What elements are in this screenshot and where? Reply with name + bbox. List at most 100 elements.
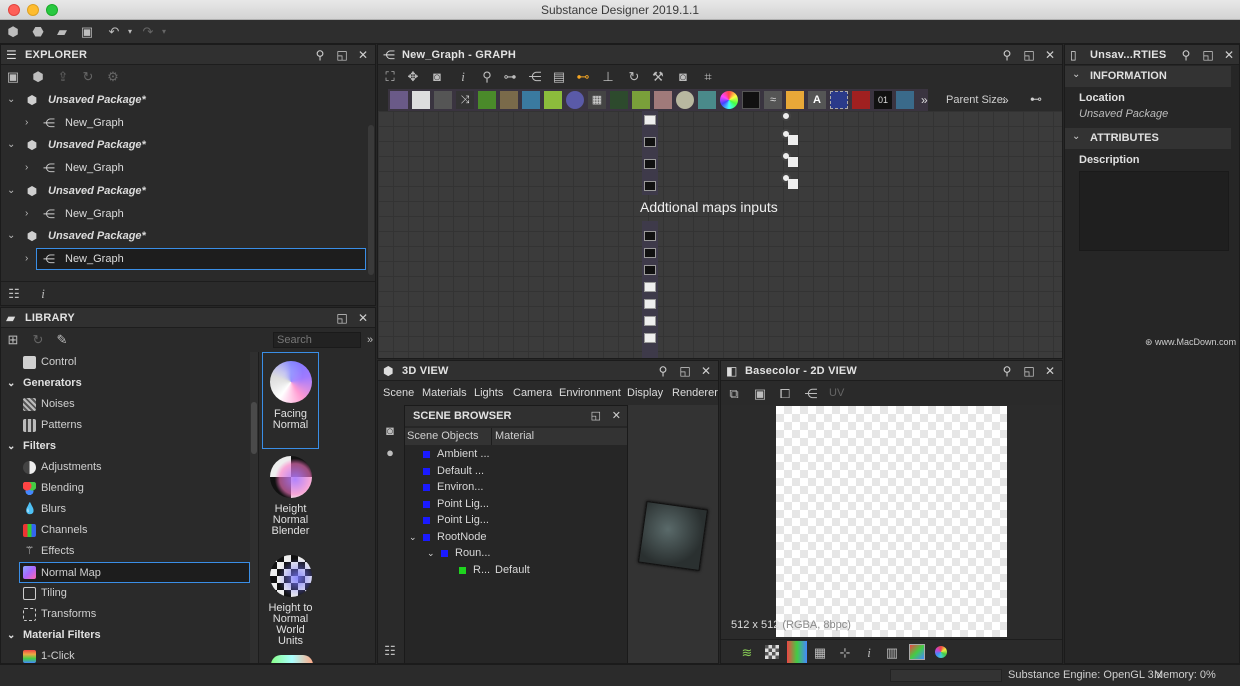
histogram-node-icon[interactable] [698,91,716,109]
thumbnail-height-normal-blender[interactable]: Height Normal Blender [262,456,319,537]
explorer-scrollbar[interactable] [368,125,374,275]
expand-chevron-icon[interactable]: » [362,332,375,348]
crop-icon[interactable]: ⌗ [700,69,716,85]
input-node[interactable] [644,299,656,309]
library-category-noises[interactable]: Noises [1,394,250,415]
explorer-package-row[interactable]: ⌄ ⬢ Unsaved Package* [1,89,367,111]
distance-node-icon[interactable] [852,91,870,109]
expand-chevron-icon[interactable]: › [25,157,28,179]
menu-scene[interactable]: Scene [383,383,414,403]
light-bulb-icon[interactable]: ● [382,445,398,461]
collapse-chevron-icon[interactable]: ⌄ [7,373,15,394]
search-icon[interactable]: ⚲ [479,69,495,85]
explorer-package-row[interactable]: ⌄ ⬢ Unsaved Package* [1,225,367,247]
menu-lights[interactable]: Lights [474,383,503,403]
save-all-icon[interactable]: ▣ [79,24,95,40]
library-category-control[interactable]: Control [1,352,250,373]
curve-node-icon[interactable] [478,91,496,109]
float-panel-icon[interactable]: ◱ [678,364,692,378]
collapse-chevron-icon[interactable]: ⌄ [7,134,15,156]
histogram-icon[interactable]: ▥ [884,645,900,661]
fx-map-node-icon[interactable] [786,91,804,109]
explorer-package-row[interactable]: ⌄ ⬢ Unsaved Package* [1,134,367,156]
redo-history-chevron-icon[interactable]: ▾ [156,24,172,40]
info-icon[interactable]: i [861,645,877,661]
safe-transform-node-icon[interactable] [830,91,848,109]
uv-toggle[interactable]: UV [829,387,844,399]
fit-view-icon[interactable]: ⧉ [726,386,742,402]
shuffle-node-icon[interactable]: ⤨ [456,91,474,109]
new-graph-icon[interactable]: ⬣ [30,24,46,40]
warp-node-icon[interactable]: ≈ [764,91,782,109]
undo-icon[interactable]: ↶ [106,24,122,40]
column-header[interactable]: Material [495,430,534,442]
undo-history-chevron-icon[interactable]: ▾ [122,24,138,40]
pin-icon[interactable]: ⚲ [1000,48,1014,62]
hsl-node-icon[interactable] [566,91,584,109]
collapse-chevron-icon[interactable]: ⌄ [1072,131,1080,142]
graph-frame-comment[interactable]: Addtional maps inputs [640,199,778,215]
uniform-color-node-icon[interactable] [434,91,452,109]
camera-icon[interactable]: ◙ [382,423,398,439]
library-category-normal-map[interactable]: Normal Map [19,562,250,583]
pin-icon[interactable]: ⚲ [1179,48,1193,62]
column-header[interactable]: Scene Objects [407,430,479,442]
redo-icon[interactable]: ↷ [140,24,156,40]
tile-node-icon[interactable]: ▦ [588,91,606,109]
close-icon[interactable]: ✕ [1222,48,1236,62]
collapse-chevron-icon[interactable]: ⌄ [7,180,15,202]
collapse-chevron-icon[interactable]: ⌄ [7,225,15,247]
library-group-material-filters[interactable]: ⌄ Material Filters [1,625,250,646]
info-icon[interactable]: i [455,69,471,85]
close-icon[interactable]: ✕ [356,311,370,325]
pin-icon[interactable]: ⚲ [313,48,327,62]
close-icon[interactable]: ✕ [699,364,713,378]
pin-icon[interactable]: ⚲ [1000,364,1014,378]
settings-icon[interactable]: ⚙ [105,69,121,85]
library-category-patterns[interactable]: Patterns [1,415,250,436]
3d-viewport[interactable] [628,405,718,663]
align-icon[interactable]: ▤ [551,69,567,85]
close-icon[interactable]: ✕ [1043,48,1057,62]
thumbnail-height-to-normal-world-units[interactable]: Height to Normal World Units [262,555,319,647]
normal-node-icon[interactable] [676,91,694,109]
pin-icon[interactable]: ⚲ [656,364,670,378]
collapse-chevron-icon[interactable]: ⌄ [7,89,15,111]
output-node-icon[interactable] [896,91,914,109]
close-icon[interactable]: ✕ [356,48,370,62]
levels-node-icon[interactable] [500,91,518,109]
tools-icon[interactable]: ⚒ [650,69,666,85]
menu-renderer[interactable]: Renderer [672,383,718,403]
menu-environment[interactable]: Environment [559,383,621,403]
color-picker-icon[interactable] [909,644,925,660]
description-textarea[interactable] [1079,171,1229,251]
connection-icon[interactable]: ⊷ [575,69,591,85]
export-icon[interactable]: ⇪ [55,69,71,85]
float-panel-icon[interactable]: ◱ [335,311,349,325]
directional-warp-node-icon[interactable] [632,91,650,109]
float-panel-icon[interactable]: ◱ [1022,364,1036,378]
input-node[interactable] [644,248,656,258]
pixel-processor-node-icon[interactable] [742,91,760,109]
graph-layout-icon[interactable]: ⋲ [527,69,543,85]
info-icon[interactable]: i [35,286,51,302]
parent-size-chevron-icon[interactable]: » [1002,93,1009,107]
expand-chevron-icon[interactable]: › [25,203,28,225]
category-scrollbar-thumb[interactable] [251,402,257,454]
column-divider[interactable] [491,428,492,445]
input-node[interactable] [644,316,656,326]
input-node[interactable] [644,282,656,292]
category-scrollbar-track[interactable] [250,352,258,663]
tiling-mode-icon[interactable]: ⊹ [837,645,853,661]
svg-node-icon[interactable] [412,91,430,109]
reload-icon[interactable]: ↻ [80,69,96,85]
information-section-header[interactable]: ⌄ INFORMATION [1065,66,1231,87]
blend-node-icon[interactable] [610,91,628,109]
output-node[interactable] [788,135,798,145]
float-panel-icon[interactable]: ◱ [1201,48,1215,62]
checker-background-icon[interactable] [765,645,779,659]
graph-options-icon[interactable]: ⊷ [1030,92,1042,106]
value-processor-node-icon[interactable]: 01 [874,91,892,109]
save-icon[interactable]: ▣ [5,69,21,85]
2d-view-icon[interactable]: ◙ [675,69,691,85]
